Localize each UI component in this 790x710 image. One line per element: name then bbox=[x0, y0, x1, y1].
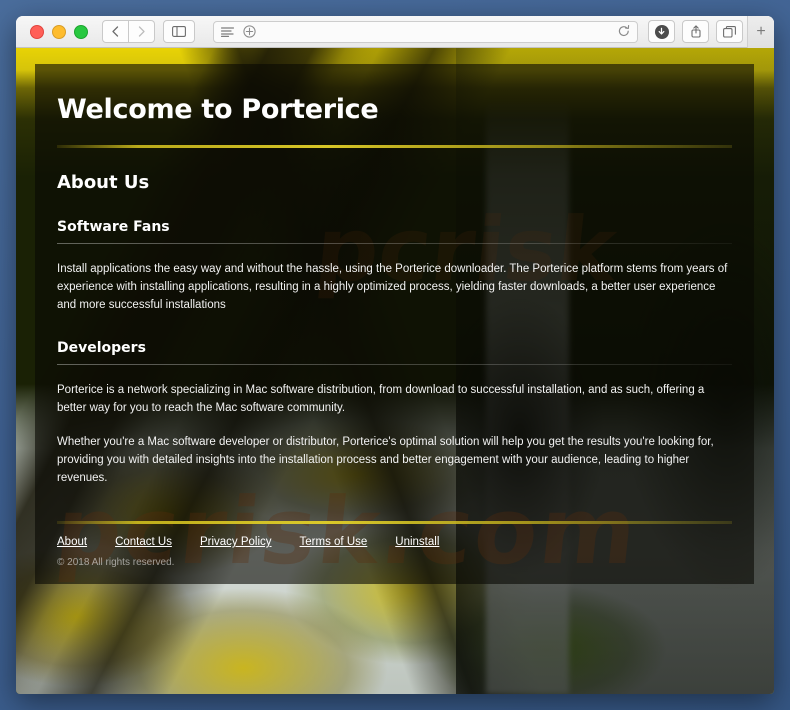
toolbar-right-buttons bbox=[648, 20, 743, 43]
navigation-buttons bbox=[102, 20, 155, 43]
add-bookmark-icon[interactable] bbox=[243, 25, 256, 38]
zoom-window-button[interactable] bbox=[74, 24, 88, 39]
section-heading-software-fans: Software Fans bbox=[57, 219, 170, 235]
sidebar-toggle-button[interactable] bbox=[163, 20, 195, 43]
sidebar-icon bbox=[172, 26, 186, 37]
download-arrow-icon bbox=[658, 27, 665, 35]
back-button[interactable] bbox=[102, 20, 129, 43]
page-title: Welcome to Porterice bbox=[57, 94, 379, 125]
footer-link-terms-of-use[interactable]: Terms of Use bbox=[300, 536, 368, 548]
share-icon bbox=[690, 25, 701, 38]
address-bar[interactable] bbox=[213, 20, 638, 43]
chevron-left-icon bbox=[112, 26, 119, 37]
forward-button[interactable] bbox=[129, 20, 155, 43]
window-controls bbox=[30, 24, 88, 39]
footer-links: About Contact Us Privacy Policy Terms of… bbox=[57, 536, 732, 548]
section-divider-developers bbox=[57, 364, 732, 365]
browser-toolbar: + bbox=[16, 16, 774, 48]
about-us-heading: About Us bbox=[57, 172, 150, 193]
footer-divider bbox=[57, 521, 732, 524]
chevron-right-icon bbox=[138, 26, 145, 37]
show-tabs-button[interactable] bbox=[716, 20, 743, 43]
copyright-text: © 2018 All rights reserved. bbox=[57, 557, 175, 568]
footer-link-contact-us[interactable]: Contact Us bbox=[115, 536, 172, 548]
section-paragraph: Porterice is a network specializing in M… bbox=[57, 384, 705, 414]
section-paragraph: Install applications the easy way and wi… bbox=[57, 263, 728, 311]
share-button[interactable] bbox=[682, 20, 709, 43]
address-bar-left-icons bbox=[221, 25, 256, 38]
close-window-button[interactable] bbox=[30, 24, 44, 39]
footer-link-privacy-policy[interactable]: Privacy Policy bbox=[200, 536, 272, 548]
title-divider bbox=[57, 145, 732, 148]
reload-icon[interactable] bbox=[618, 25, 630, 38]
web-page: pcrisk pcrisk.com Welcome to Porterice A… bbox=[16, 48, 774, 694]
new-tab-button[interactable]: + bbox=[747, 16, 774, 48]
browser-window: + pcrisk pcrisk.com Welcome to Porterice… bbox=[16, 16, 774, 694]
footer-link-uninstall[interactable]: Uninstall bbox=[395, 536, 439, 548]
reader-view-icon[interactable] bbox=[221, 26, 234, 37]
section-paragraph: Whether you're a Mac software developer … bbox=[57, 436, 714, 484]
section-heading-developers: Developers bbox=[57, 340, 146, 356]
section-divider-software-fans bbox=[57, 243, 732, 244]
content-panel: Welcome to Porterice About Us Software F… bbox=[35, 64, 754, 584]
downloads-button[interactable] bbox=[648, 20, 675, 43]
desktop-background: + pcrisk pcrisk.com Welcome to Porterice… bbox=[0, 0, 790, 710]
minimize-window-button[interactable] bbox=[52, 24, 66, 39]
footer-link-about[interactable]: About bbox=[57, 536, 87, 548]
tabs-overview-icon bbox=[723, 25, 736, 38]
page-footer: About Contact Us Privacy Policy Terms of… bbox=[57, 521, 732, 578]
download-icon bbox=[654, 24, 669, 39]
